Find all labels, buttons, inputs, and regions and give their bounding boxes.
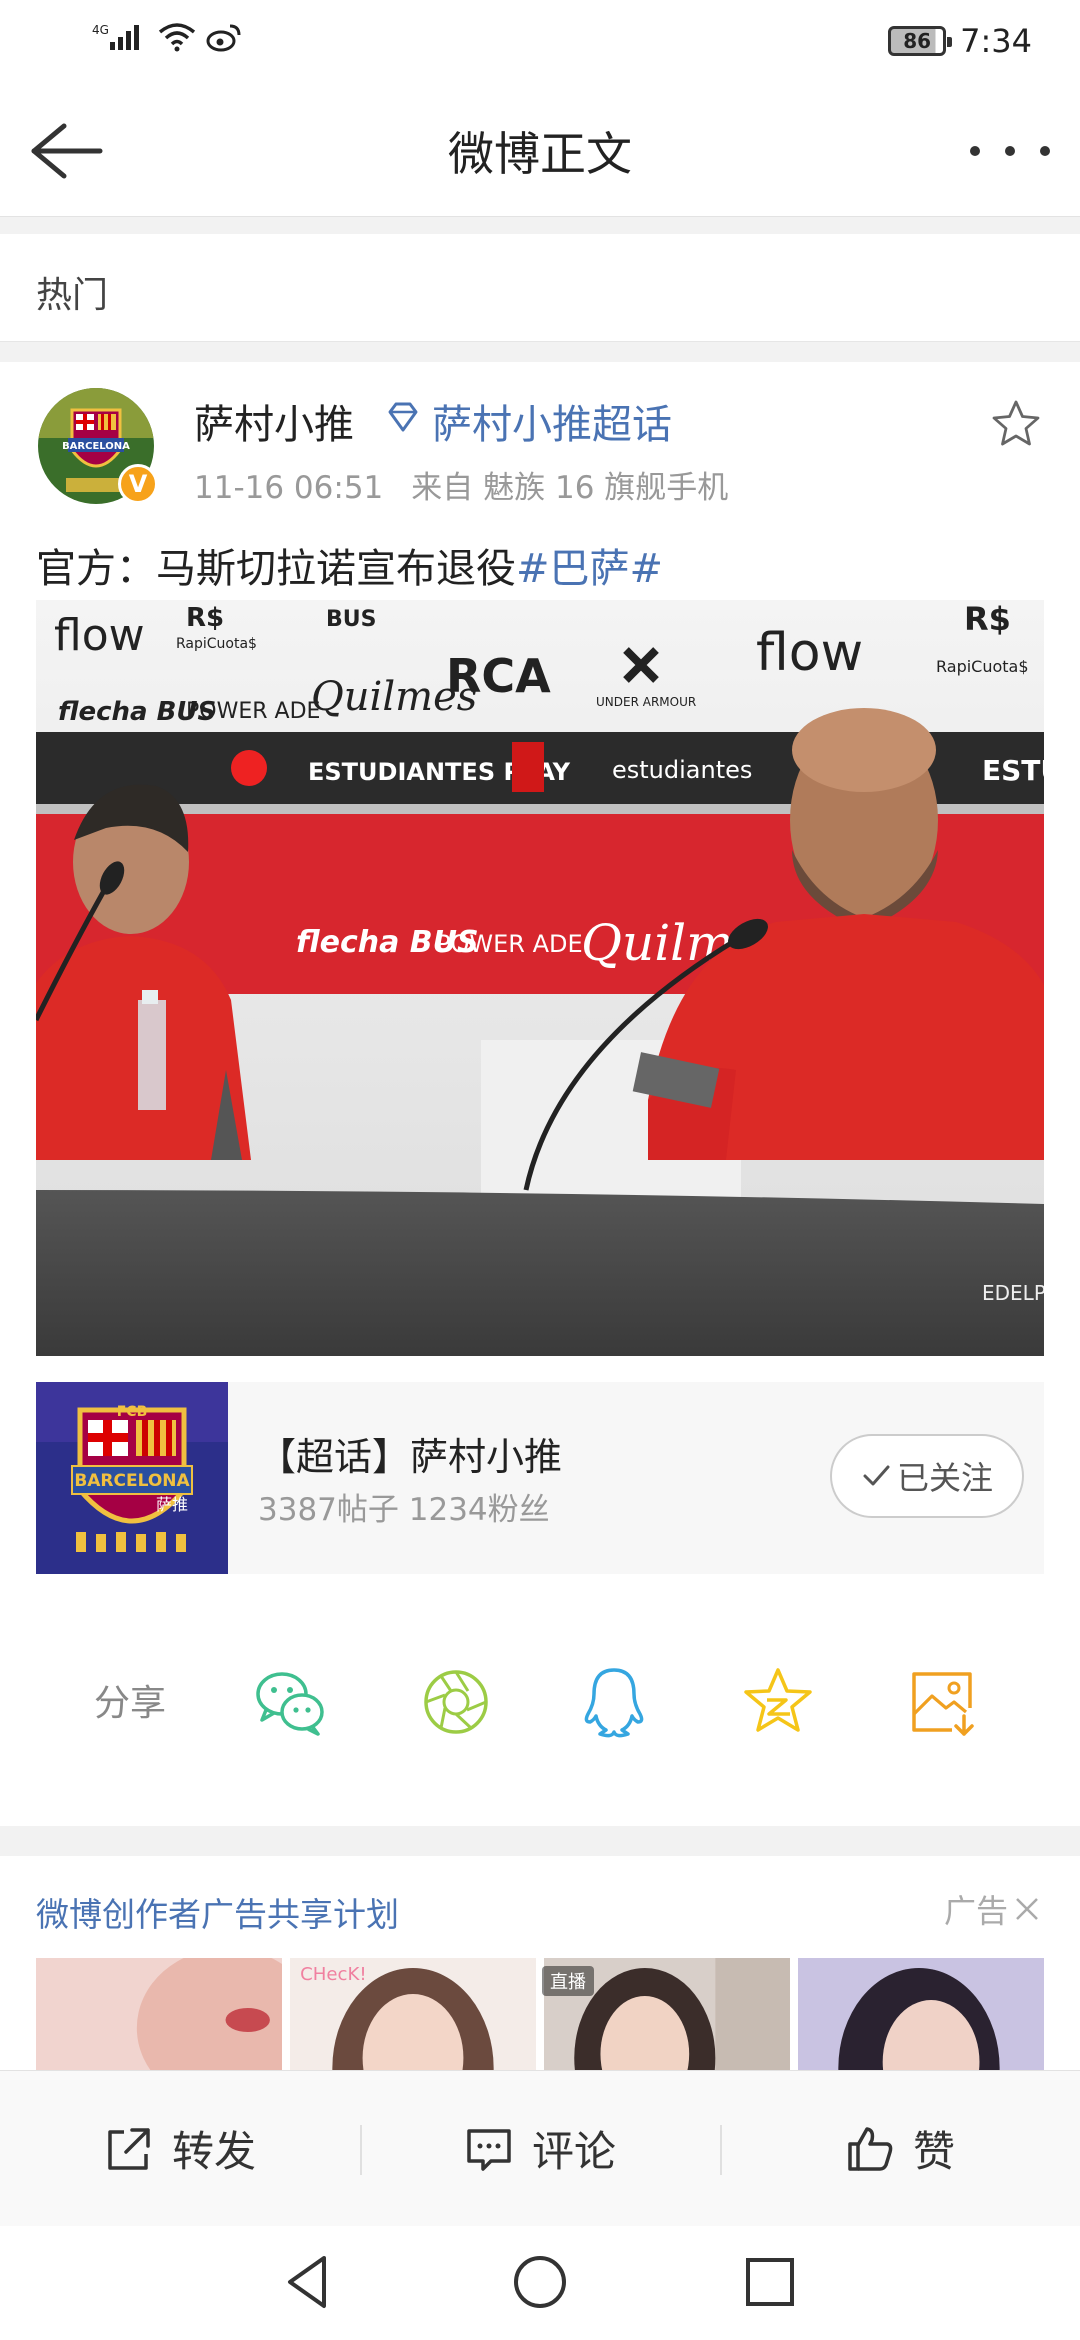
- hot-section-label: 热门: [36, 275, 109, 316]
- status-right: 86 7:34: [888, 22, 1032, 60]
- live-badge: 直播: [542, 1966, 594, 1996]
- hot-section-header[interactable]: 热门: [0, 234, 1080, 342]
- ad-tag-text: 广告: [943, 1892, 1008, 1930]
- qzone-icon[interactable]: [740, 1664, 816, 1740]
- cellular-signal-icon: 4G: [92, 23, 139, 50]
- thumb-fcb-text: FCB: [117, 1404, 148, 1420]
- supertopic-link[interactable]: 萨村小推超话: [432, 392, 672, 450]
- sponsor-underarmour: UNDER ARMOUR: [596, 695, 696, 709]
- post-source: 来自 魅族 16 旗舰手机: [411, 470, 729, 506]
- repost-label: 转发: [171, 2127, 256, 2176]
- sponsor-powerade-red: POWER ADE: [436, 930, 583, 958]
- diamond-icon: [388, 402, 418, 432]
- repost-button[interactable]: 转发: [0, 2071, 360, 2226]
- sponsor-rapicuota-2: RapiCuota$: [936, 657, 1029, 676]
- system-recents-icon[interactable]: [738, 2250, 802, 2314]
- nav-bar: 微博正文: [0, 86, 1080, 216]
- wechat-icon[interactable]: [252, 1664, 328, 1740]
- section-divider: [0, 216, 1080, 234]
- share-label: 分享: [94, 1683, 167, 1724]
- supertopic-stats: 3387帖子 1234粉丝: [258, 1492, 550, 1528]
- checkmark-icon: [863, 1465, 890, 1486]
- wifi-icon: [158, 23, 196, 52]
- sponsor-rca: RCA: [446, 649, 551, 703]
- table-sponsor-text: EDELP: [982, 1281, 1044, 1305]
- status-left: 4G: [92, 22, 242, 52]
- sponsor-rapicuota: RapiCuota$: [176, 636, 257, 652]
- sponsor-flow: flow: [54, 610, 145, 661]
- more-dot: [1040, 146, 1050, 156]
- supertopic-thumbnail: FCB BARCELONA 萨推: [36, 1382, 228, 1574]
- clock: 7:34: [960, 22, 1032, 60]
- weibo-notification-icon: [206, 24, 241, 52]
- ad-image[interactable]: [36, 1958, 282, 2070]
- ad-image[interactable]: CHecK!: [290, 1958, 536, 2070]
- ad-image-strip[interactable]: CHecK! 直播: [36, 1958, 1044, 2070]
- battery-indicator: 86: [888, 26, 953, 56]
- post-body: 官方：马斯切拉诺宣布退役: [36, 546, 516, 592]
- thumbs-up-icon: [848, 2126, 893, 2171]
- hashtag-link[interactable]: #巴萨#: [516, 546, 663, 592]
- ad-label[interactable]: 广告: [944, 1886, 1042, 1932]
- ad-image[interactable]: [798, 1958, 1044, 2070]
- like-button[interactable]: 赞: [720, 2071, 1080, 2226]
- sponsor-rs: R$: [186, 603, 224, 633]
- avatar-logo-text: BARCELONA: [62, 441, 130, 452]
- status-bar: 4G 86 7:34: [0, 0, 1080, 86]
- section-divider: [0, 1826, 1080, 1856]
- comment-icon: [467, 2128, 511, 2171]
- more-dot: [970, 146, 980, 156]
- page-title: 微博正文: [448, 127, 632, 181]
- post-meta: 11-16 06:51 来自 魅族 16 旗舰手机: [194, 462, 728, 507]
- sponsor-bus: BUS: [326, 607, 376, 632]
- ad-program-title[interactable]: 微博创作者广告共享计划: [36, 1888, 399, 1936]
- sponsor-rs-2: R$: [964, 600, 1011, 638]
- sponsor-flow-2: flow: [756, 623, 863, 683]
- system-back-icon[interactable]: [278, 2250, 342, 2314]
- system-home-icon[interactable]: [508, 2250, 572, 2314]
- thumb-sub-text: 萨推: [156, 1495, 188, 1514]
- thumb-barcelona-text: BARCELONA: [74, 1471, 190, 1491]
- save-image-icon[interactable]: [904, 1664, 980, 1740]
- estudiantes-text: estudiantes: [612, 756, 752, 784]
- moments-icon[interactable]: [418, 1664, 494, 1740]
- share-row: 分享: [0, 1640, 1080, 1760]
- repost-icon: [108, 2127, 150, 2170]
- ad-check-text: CHecK!: [300, 1964, 367, 1985]
- verified-badge-icon: V: [118, 464, 158, 504]
- sponsor-powerade: POWER ADE: [186, 699, 320, 724]
- post-text: 官方：马斯切拉诺宣布退役#巴萨#: [36, 536, 663, 594]
- favorite-star-icon[interactable]: [988, 396, 1044, 452]
- supertopic-title: 【超话】萨村小推: [258, 1435, 563, 1479]
- post-time: 11-16 06:51: [194, 470, 384, 506]
- comment-button[interactable]: 评论: [360, 2071, 720, 2226]
- post-action-bar: 转发 评论 赞: [0, 2070, 1080, 2226]
- system-navigation-bar: [0, 2226, 1080, 2340]
- supertopic-card[interactable]: FCB BARCELONA 萨推 【超话】萨村小推 3387帖子 1234粉丝 …: [36, 1382, 1044, 1574]
- qq-icon[interactable]: [576, 1664, 652, 1740]
- following-label: 已关注: [896, 1459, 993, 1497]
- post-photo[interactable]: flow R$ RapiCuota$ BUS Quilmes RCA UNDER…: [36, 600, 1044, 1356]
- section-divider: [0, 342, 1080, 362]
- more-dot: [1005, 146, 1015, 156]
- network-type-label: 4G: [92, 23, 109, 37]
- close-icon[interactable]: [1012, 1894, 1042, 1924]
- author-name[interactable]: 萨村小推: [194, 392, 354, 450]
- like-label: 赞: [912, 2127, 955, 2176]
- following-button[interactable]: 已关注: [830, 1434, 1024, 1518]
- estu-text: ESTU: [982, 754, 1044, 787]
- more-options-icon[interactable]: [970, 126, 1050, 176]
- comment-label: 评论: [531, 2127, 616, 2176]
